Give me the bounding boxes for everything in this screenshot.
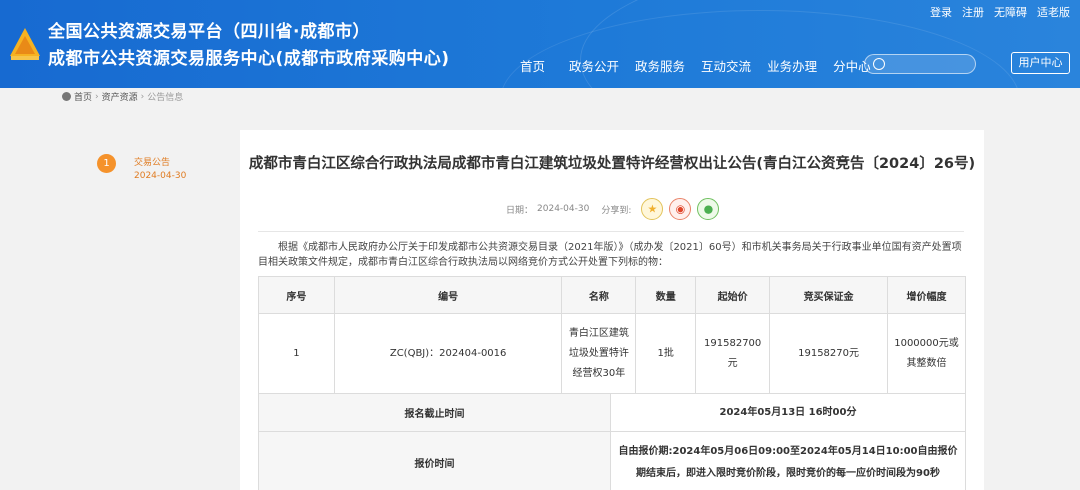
accessibility-link[interactable]: 无障碍: [994, 4, 1027, 20]
article-meta: 日期： 2024-04-30 分享到: ★ ◉ ●: [506, 198, 720, 220]
qzone-icon[interactable]: ★: [641, 198, 664, 220]
article-title: 成都市青白江区综合行政执法局成都市青白江建筑垃圾处置特许经营权出让公告(青白江公…: [248, 156, 976, 172]
table-header-row: 序号 编号 名称 数量 起始价 竞买保证金 增价幅度: [258, 276, 966, 314]
breadcrumb: 首页 › 资产资源 › 公告信息: [62, 90, 183, 103]
deadline-label: 报名截止时间: [258, 393, 611, 432]
bid-time-value: 自由报价期:2024年05月06日09:00至2024年05月14日10:00自…: [610, 431, 966, 490]
timeline-step-label[interactable]: 交易公告: [134, 155, 170, 168]
cell-code: ZC(QBJ)：202404-0016: [333, 313, 563, 394]
cell-deposit: 19158270元: [769, 313, 888, 394]
date-label: 日期：: [506, 205, 534, 216]
nav-home[interactable]: 首页: [520, 56, 545, 75]
site-title-line1: 全国公共资源交易平台（四川省·成都市）: [48, 22, 370, 42]
col-header-index: 序号: [258, 276, 335, 314]
table-row: 1 ZC(QBJ)：202404-0016 青白江区建筑垃圾处置特许经营权30年…: [258, 313, 966, 394]
col-header-deposit: 竞买保证金: [769, 276, 888, 314]
bid-time-label: 报价时间: [258, 431, 611, 490]
elderly-mode-link[interactable]: 适老版: [1037, 4, 1070, 20]
nav-interaction[interactable]: 互动交流: [701, 56, 751, 75]
main-nav: 首页 政务公开 政务服务 互动交流 业务办理 分中心: [520, 56, 887, 75]
schedule-table: 报名截止时间 2024年05月13日 16时00分 报价时间 自由报价期:202…: [258, 393, 966, 490]
deadline-row: 报名截止时间 2024年05月13日 16时00分: [258, 393, 966, 432]
top-links: 登录 注册 无障碍 适老版: [930, 4, 1070, 20]
cell-name: 青白江区建筑垃圾处置特许经营权30年: [561, 313, 637, 394]
nav-government-affairs[interactable]: 政务公开: [569, 56, 619, 75]
col-header-quantity: 数量: [635, 276, 697, 314]
site-title-line2: 成都市公共资源交易服务中心(成都市政府采购中心): [48, 49, 450, 69]
col-header-name: 名称: [561, 276, 637, 314]
bid-time-row: 报价时间 自由报价期:2024年05月06日09:00至2024年05月14日1…: [258, 431, 966, 490]
user-center-button[interactable]: 用户中心: [1011, 52, 1070, 74]
site-logo-icon: [10, 28, 40, 60]
search-input[interactable]: [889, 57, 969, 71]
col-header-increment: 增价幅度: [887, 276, 966, 314]
breadcrumb-home[interactable]: 首页: [74, 90, 92, 103]
timeline-step-date: 2024-04-30: [134, 171, 187, 181]
nav-government-services[interactable]: 政务服务: [635, 56, 685, 75]
location-icon: [62, 92, 71, 101]
weibo-icon[interactable]: ◉: [669, 198, 692, 220]
breadcrumb-assets[interactable]: 资产资源: [102, 90, 138, 103]
wechat-icon[interactable]: ●: [697, 198, 720, 220]
col-header-code: 编号: [333, 276, 563, 314]
login-link[interactable]: 登录: [930, 4, 952, 20]
cell-quantity: 1批: [635, 313, 697, 394]
search-icon[interactable]: [873, 58, 885, 70]
cell-start-price: 191582700元: [695, 313, 771, 394]
site-header: 全国公共资源交易平台（四川省·成都市） 成都市公共资源交易服务中心(成都市政府采…: [0, 0, 1080, 88]
divider: [258, 231, 964, 232]
timeline-step-badge[interactable]: 1: [97, 154, 116, 173]
deadline-value: 2024年05月13日 16时00分: [610, 393, 966, 432]
article-date: 2024-04-30: [537, 204, 590, 214]
col-header-start-price: 起始价: [695, 276, 771, 314]
register-link[interactable]: 注册: [962, 4, 984, 20]
search-box[interactable]: [864, 54, 976, 74]
article-panel: 成都市青白江区综合行政执法局成都市青白江建筑垃圾处置特许经营权出让公告(青白江公…: [240, 130, 984, 490]
article-intro: 根据《成都市人民政府办公厅关于印发成都市公共资源交易目录（2021年版）》（成办…: [258, 242, 962, 268]
items-table: 序号 编号 名称 数量 起始价 竞买保证金 增价幅度 1 ZC(QBJ)：202…: [258, 276, 966, 394]
cell-index: 1: [258, 313, 335, 394]
nav-business[interactable]: 业务办理: [767, 56, 817, 75]
cell-increment: 1000000元或其整数倍: [887, 313, 966, 394]
share-label: 分享到:: [601, 205, 632, 216]
breadcrumb-current: 公告信息: [147, 93, 184, 103]
